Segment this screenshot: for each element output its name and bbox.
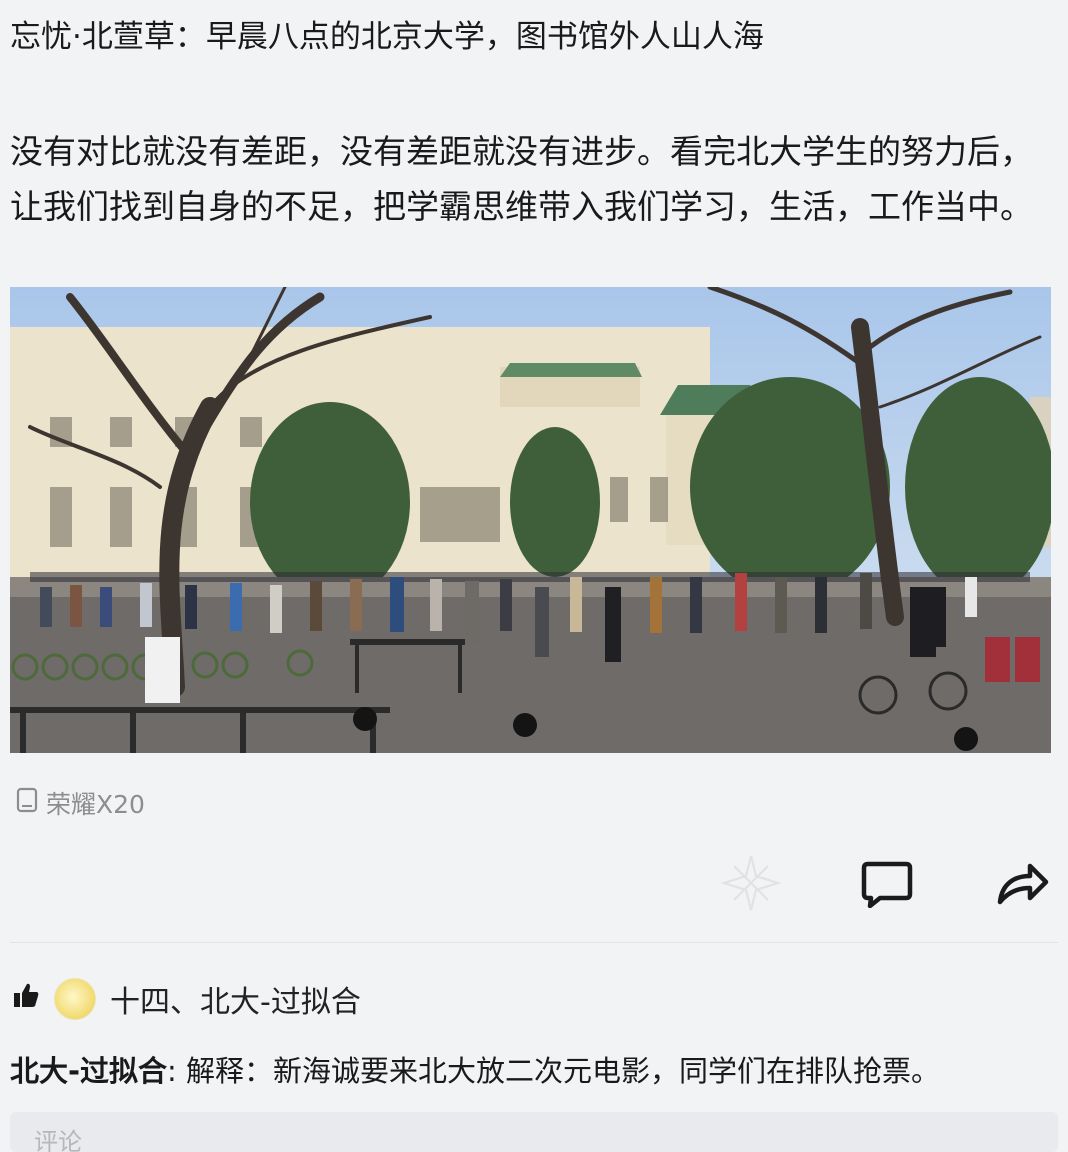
avatar[interactable] bbox=[54, 978, 96, 1020]
comment: 北大-过拟合: 解释：新海诚要来北大放二次元电影，同学们在排队抢票。 bbox=[10, 1054, 941, 1088]
device-info: 荣耀X20 bbox=[16, 786, 145, 820]
divider bbox=[10, 942, 1058, 943]
comment-text: 解释：新海诚要来北大放二次元电影，同学们在排队抢票。 bbox=[186, 1054, 941, 1088]
post-photo[interactable] bbox=[10, 287, 1051, 753]
phone-icon bbox=[16, 787, 38, 819]
comment-placeholder: 评论 bbox=[34, 1128, 82, 1152]
thumbs-up-icon bbox=[12, 981, 40, 1017]
post-body: 没有对比就没有差距，没有差距就没有进步。看完北大学生的努力后，让我们找到自身的不… bbox=[10, 132, 1033, 226]
device-label: 荣耀X20 bbox=[46, 790, 145, 819]
comment-icon[interactable] bbox=[860, 860, 914, 912]
action-bar bbox=[0, 848, 1068, 920]
comment-input[interactable]: 评论 bbox=[10, 1112, 1058, 1152]
likes-row: 十四、北大-过拟合 bbox=[12, 975, 361, 1023]
share-icon[interactable] bbox=[994, 860, 1050, 910]
post-title: 忘忧·北萱草：早晨八点的北京大学，图书馆外人山人海 bbox=[10, 19, 764, 55]
sparkle-icon[interactable] bbox=[720, 852, 782, 918]
liked-by-text[interactable]: 十四、北大-过拟合 bbox=[110, 977, 361, 1021]
comment-author[interactable]: 北大-过拟合 bbox=[10, 1054, 167, 1088]
